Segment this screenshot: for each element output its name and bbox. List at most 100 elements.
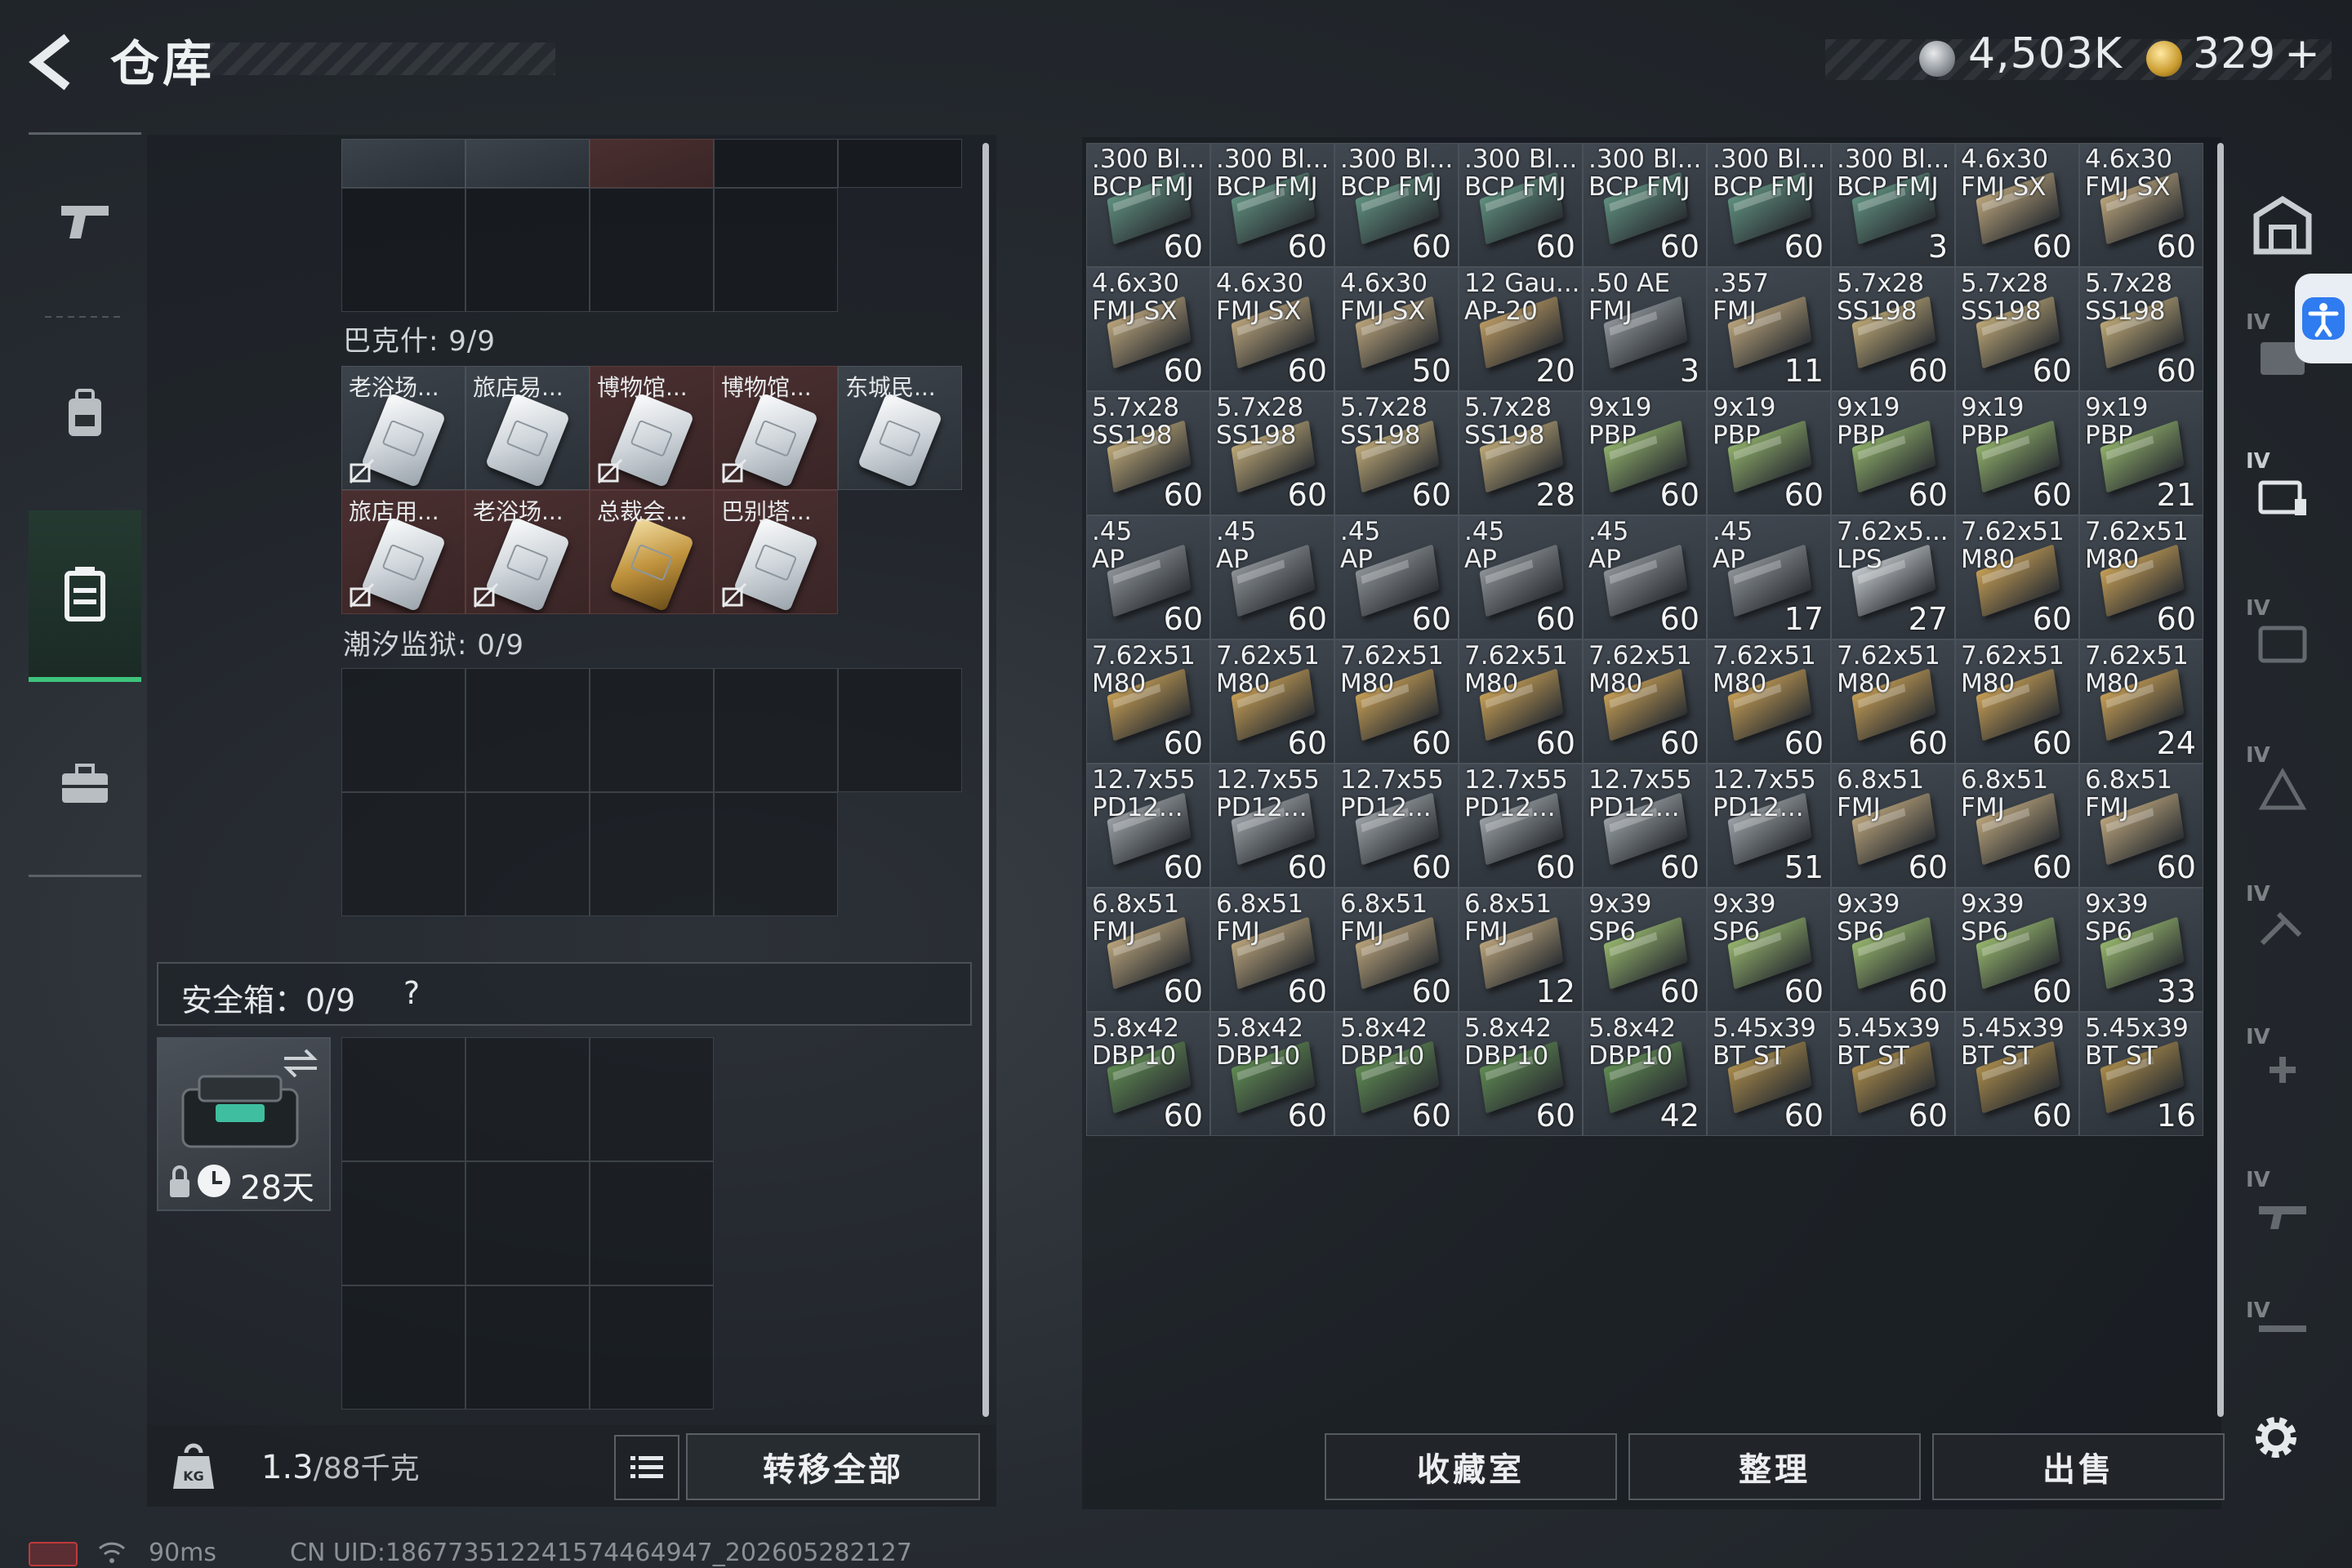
ammo-stack[interactable]: .50 AE FMJ 3 bbox=[1583, 267, 1707, 391]
ammo-stack[interactable]: .357 FMJ 11 bbox=[1707, 267, 1831, 391]
keycard-item[interactable]: 老浴场... bbox=[466, 490, 590, 614]
grid-cell[interactable] bbox=[714, 668, 838, 792]
ammo-stack[interactable]: 5.8x42 DBP10 60 bbox=[1210, 1012, 1334, 1136]
grid-cell[interactable] bbox=[466, 668, 590, 792]
grid-cell[interactable] bbox=[590, 139, 714, 188]
grid-cell[interactable] bbox=[590, 668, 714, 792]
settings-button[interactable] bbox=[2247, 1409, 2305, 1466]
ammo-stack[interactable]: 5.8x42 DBP10 60 bbox=[1459, 1012, 1583, 1136]
grid-cell[interactable] bbox=[590, 1037, 714, 1161]
sell-button[interactable]: 出售 bbox=[1932, 1433, 2225, 1500]
grid-cell[interactable] bbox=[466, 1285, 590, 1410]
ammo-stack[interactable]: 5.45x39 BT ST 16 bbox=[2079, 1012, 2203, 1136]
grid-cell[interactable] bbox=[466, 1037, 590, 1161]
ammo-stack[interactable]: .45 AP 60 bbox=[1086, 515, 1210, 639]
ammo-stack[interactable]: 12.7x55 PD12... 51 bbox=[1707, 764, 1831, 888]
grid-cell[interactable] bbox=[466, 139, 590, 188]
keycard-item[interactable]: 东城民... bbox=[838, 366, 962, 490]
nav-briefcase[interactable] bbox=[29, 698, 141, 870]
grid-cell[interactable] bbox=[341, 188, 466, 312]
ammo-stack[interactable]: 4.6x30 FMJ SX 50 bbox=[1334, 267, 1459, 391]
ammo-stack[interactable]: 7.62x51 M80 60 bbox=[1831, 639, 1955, 764]
keycard-item[interactable]: 博物馆... bbox=[714, 366, 838, 490]
ammo-stack[interactable]: .300 Bl... BCP FMJ 3 bbox=[1831, 143, 1955, 267]
grid-cell[interactable] bbox=[341, 1037, 466, 1161]
ammo-stack[interactable]: 5.8x42 DBP10 60 bbox=[1086, 1012, 1210, 1136]
ammo-stack[interactable]: 5.8x42 DBP10 60 bbox=[1334, 1012, 1459, 1136]
ammo-stack[interactable]: 7.62x51 M80 60 bbox=[1086, 639, 1210, 764]
ammo-stack[interactable]: 9x19 PBP 60 bbox=[1707, 391, 1831, 515]
category-tier-6[interactable]: IV bbox=[2238, 1017, 2328, 1123]
keycard-item[interactable]: 博物馆... bbox=[590, 366, 714, 490]
ammo-stack[interactable]: 5.7x28 SS198 60 bbox=[1334, 391, 1459, 515]
ammo-stack[interactable]: .300 Bl... BCP FMJ 60 bbox=[1210, 143, 1334, 267]
ammo-stack[interactable]: .300 Bl... BCP FMJ 60 bbox=[1086, 143, 1210, 267]
left-scrollbar[interactable] bbox=[982, 143, 989, 1417]
ammo-stack[interactable]: 5.7x28 SS198 60 bbox=[2079, 267, 2203, 391]
grid-cell[interactable] bbox=[466, 792, 590, 916]
ammo-stack[interactable]: 6.8x51 FMJ 60 bbox=[1831, 764, 1955, 888]
ammo-stack[interactable]: .300 Bl... BCP FMJ 60 bbox=[1459, 143, 1583, 267]
ammo-stack[interactable]: 7.62x5... LPS 27 bbox=[1831, 515, 1955, 639]
grid-cell[interactable] bbox=[590, 792, 714, 916]
ammo-stack[interactable]: 5.7x28 SS198 60 bbox=[1955, 267, 2079, 391]
ammo-stack[interactable]: 5.8x42 DBP10 42 bbox=[1583, 1012, 1707, 1136]
ammo-stack[interactable]: 5.45x39 BT ST 60 bbox=[1831, 1012, 1955, 1136]
ammo-stack[interactable]: 7.62x51 M80 60 bbox=[1459, 639, 1583, 764]
ammo-stack[interactable]: 7.62x51 M80 60 bbox=[1210, 639, 1334, 764]
back-button[interactable] bbox=[24, 29, 82, 95]
grid-cell[interactable] bbox=[466, 188, 590, 312]
sort-button[interactable]: 整理 bbox=[1628, 1433, 1921, 1500]
ammo-stack[interactable]: 9x19 PBP 60 bbox=[1955, 391, 2079, 515]
grid-cell[interactable] bbox=[341, 668, 466, 792]
safe-box-help-button[interactable]: ? bbox=[403, 975, 420, 1011]
grid-cell[interactable] bbox=[341, 139, 466, 188]
ammo-stack[interactable]: 5.7x28 SS198 60 bbox=[1831, 267, 1955, 391]
list-view-button[interactable] bbox=[614, 1435, 679, 1500]
ammo-stack[interactable]: 5.7x28 SS198 28 bbox=[1459, 391, 1583, 515]
ammo-stack[interactable]: 12.7x55 PD12... 60 bbox=[1086, 764, 1210, 888]
ammo-stack[interactable]: 5.7x28 SS198 60 bbox=[1210, 391, 1334, 515]
grid-cell[interactable] bbox=[590, 188, 714, 312]
ammo-stack[interactable]: 9x39 SP6 60 bbox=[1583, 888, 1707, 1012]
grid-cell[interactable] bbox=[838, 139, 962, 188]
grid-cell[interactable] bbox=[341, 1285, 466, 1410]
nav-backpack[interactable] bbox=[29, 327, 141, 499]
safe-box-item[interactable]: 28天 bbox=[157, 1037, 331, 1211]
keycard-item[interactable]: 老浴场... bbox=[341, 366, 466, 490]
ammo-stack[interactable]: 6.8x51 FMJ 60 bbox=[1955, 764, 2079, 888]
grid-cell[interactable] bbox=[714, 188, 838, 312]
swap-icon[interactable] bbox=[281, 1047, 320, 1080]
grid-cell[interactable] bbox=[714, 139, 838, 188]
grid-cell[interactable] bbox=[590, 1161, 714, 1285]
ammo-stack[interactable]: 12.7x55 PD12... 60 bbox=[1334, 764, 1459, 888]
keycard-item[interactable]: 旅店用... bbox=[341, 490, 466, 614]
ammo-stack[interactable]: 4.6x30 FMJ SX 60 bbox=[1086, 267, 1210, 391]
category-tier-7[interactable]: IV bbox=[2238, 1160, 2328, 1266]
ammo-stack[interactable]: 5.7x28 SS198 60 bbox=[1086, 391, 1210, 515]
ammo-stack[interactable]: 12.7x55 PD12... 60 bbox=[1583, 764, 1707, 888]
nav-stash[interactable] bbox=[29, 510, 141, 682]
ammo-stack[interactable]: 9x39 SP6 60 bbox=[1831, 888, 1955, 1012]
grid-cell[interactable] bbox=[590, 1285, 714, 1410]
ammo-stack[interactable]: 4.6x30 FMJ SX 60 bbox=[1955, 143, 2079, 267]
category-tier-8[interactable]: IV bbox=[2238, 1290, 2328, 1364]
ammo-stack[interactable]: 5.45x39 BT ST 60 bbox=[1707, 1012, 1831, 1136]
category-tier-3[interactable]: IV bbox=[2238, 588, 2328, 694]
category-tier-4[interactable]: IV bbox=[2238, 735, 2328, 841]
grid-cell[interactable] bbox=[714, 792, 838, 916]
ammo-stack[interactable]: 6.8x51 FMJ 60 bbox=[2079, 764, 2203, 888]
ammo-stack[interactable]: 9x39 SP6 60 bbox=[1955, 888, 2079, 1012]
grid-cell[interactable] bbox=[341, 792, 466, 916]
ammo-stack[interactable]: 7.62x51 M80 60 bbox=[1955, 639, 2079, 764]
ammo-stack[interactable]: 9x19 PBP 60 bbox=[1583, 391, 1707, 515]
nav-weapons[interactable] bbox=[29, 135, 141, 306]
ammo-stack[interactable]: 9x19 PBP 21 bbox=[2079, 391, 2203, 515]
ammo-stack[interactable]: .45 AP 17 bbox=[1707, 515, 1831, 639]
ammo-stack[interactable]: .300 Bl... BCP FMJ 60 bbox=[1583, 143, 1707, 267]
grid-cell[interactable] bbox=[341, 1161, 466, 1285]
ammo-stack[interactable]: 6.8x51 FMJ 60 bbox=[1210, 888, 1334, 1012]
ammo-stack[interactable]: .45 AP 60 bbox=[1210, 515, 1334, 639]
keycard-item[interactable]: 总裁会... bbox=[590, 490, 714, 614]
ammo-stack[interactable]: 9x39 SP6 60 bbox=[1707, 888, 1831, 1012]
